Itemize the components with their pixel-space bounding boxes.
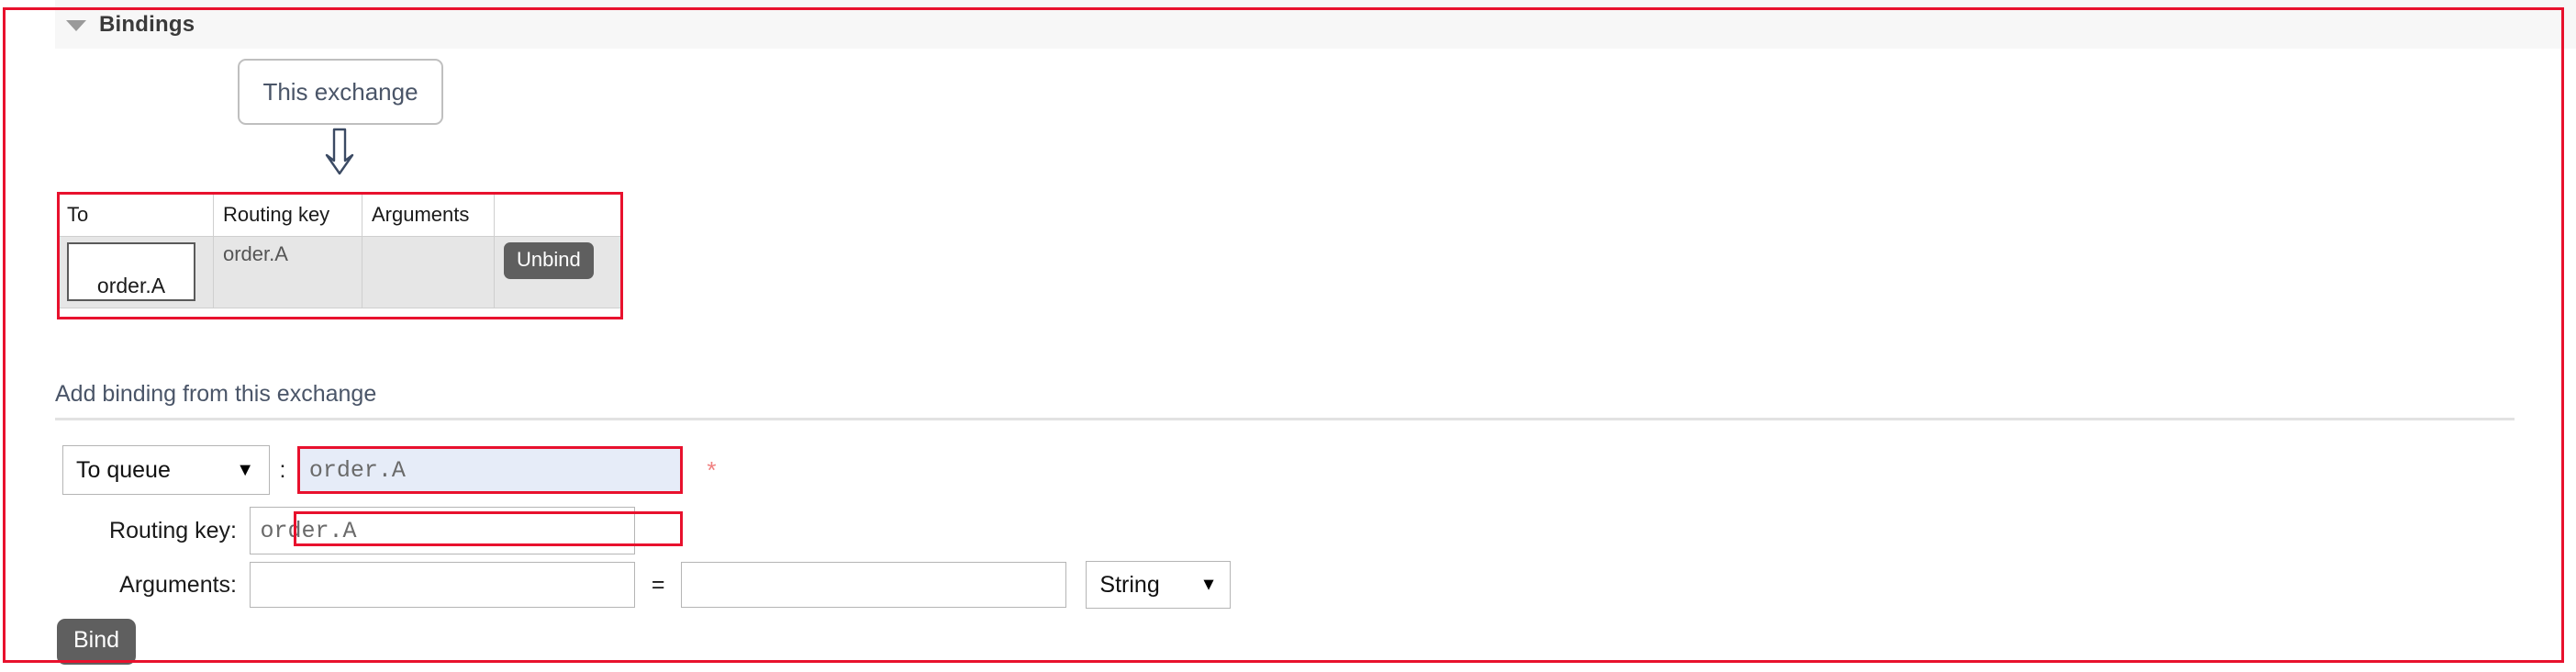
binding-action-cell: Unbind bbox=[494, 236, 623, 308]
destination-input[interactable] bbox=[296, 446, 683, 494]
column-header-actions bbox=[494, 194, 623, 237]
source-exchange-label: This exchange bbox=[262, 77, 418, 106]
binding-destination-cell: order.A bbox=[57, 236, 214, 308]
bindings-section-header[interactable]: Bindings bbox=[55, 0, 2576, 49]
unbind-button[interactable]: Unbind bbox=[504, 242, 594, 280]
heading-divider bbox=[55, 418, 2515, 420]
double-arrow-down-icon bbox=[312, 128, 367, 177]
table-header-row: To Routing key Arguments bbox=[57, 194, 623, 237]
destination-type-value: To queue bbox=[76, 456, 171, 483]
column-header-arguments[interactable]: Arguments bbox=[362, 194, 495, 237]
chevron-down-icon: ▼ bbox=[1199, 575, 1218, 595]
column-header-routing-key[interactable]: Routing key bbox=[213, 194, 362, 237]
arguments-label: Arguments: bbox=[119, 572, 237, 598]
argument-type-select[interactable]: String ▼ bbox=[1086, 561, 1232, 609]
destination-separator: : bbox=[279, 457, 286, 483]
table-row: order.A order.A Unbind bbox=[57, 236, 623, 308]
equals-sign: = bbox=[651, 572, 665, 598]
routing-key-row: Routing key: bbox=[0, 507, 2576, 558]
add-binding-heading: Add binding from this exchange bbox=[55, 381, 377, 407]
binding-routing-key-cell: order.A bbox=[213, 236, 362, 308]
bindings-table-wrapper: To Routing key Arguments order.A order.A… bbox=[57, 194, 623, 308]
destination-row: To queue ▼ : * bbox=[62, 445, 716, 497]
destination-type-select[interactable]: To queue ▼ bbox=[62, 445, 270, 495]
column-header-to[interactable]: To bbox=[57, 194, 214, 237]
bindings-table: To Routing key Arguments order.A order.A… bbox=[57, 194, 623, 308]
argument-type-value: String bbox=[1099, 571, 1160, 598]
bind-button[interactable]: Bind bbox=[57, 619, 137, 665]
argument-value-input[interactable] bbox=[680, 562, 1066, 608]
required-asterisk: * bbox=[707, 456, 717, 484]
triangle-down-icon[interactable] bbox=[66, 19, 86, 31]
chevron-down-icon: ▼ bbox=[236, 460, 254, 480]
binding-arguments-cell bbox=[362, 236, 495, 308]
routing-key-label: Routing key: bbox=[109, 518, 237, 543]
page-title: Bindings bbox=[99, 11, 195, 37]
source-exchange-node: This exchange bbox=[238, 59, 443, 125]
queue-link-chip[interactable]: order.A bbox=[67, 242, 195, 301]
argument-key-input[interactable] bbox=[250, 562, 636, 608]
routing-key-input[interactable] bbox=[250, 507, 636, 554]
arguments-row: Arguments: = String ▼ bbox=[0, 561, 2576, 612]
